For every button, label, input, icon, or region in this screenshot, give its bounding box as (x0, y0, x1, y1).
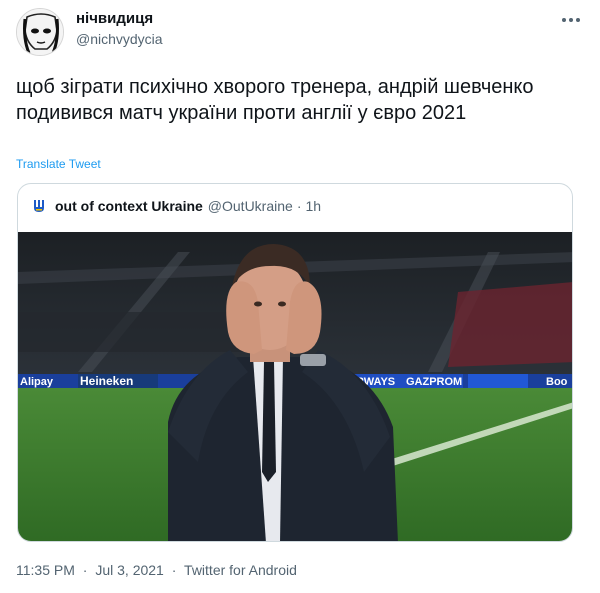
stadium-coach-photo: Alipay Heineken RWAYS GAZPROM Boo (18, 232, 572, 541)
more-options-button[interactable] (556, 8, 586, 32)
tweet-time[interactable]: 11:35 PM (16, 562, 75, 578)
tweet-meta: 11:35 PM · Jul 3, 2021 · Twitter for And… (16, 562, 301, 578)
ukraine-trident-avatar-icon (30, 197, 48, 215)
more-dot (569, 18, 573, 22)
author-handle[interactable]: @nichvydycia (76, 31, 163, 47)
separator-dot: · (82, 562, 88, 578)
board-text: GAZPROM (406, 376, 462, 388)
separator-dot: · (171, 562, 177, 578)
author-name[interactable]: нічвидиця (76, 10, 153, 27)
quoted-author-handle[interactable]: @OutUkraine (208, 198, 293, 214)
more-dot (576, 18, 580, 22)
tweet-date[interactable]: Jul 3, 2021 (95, 562, 164, 578)
quoted-tweet-time[interactable]: 1h (306, 198, 322, 214)
quoted-tweet-card[interactable]: out of context Ukraine @OutUkraine · 1h (17, 183, 573, 542)
tweet-text: щоб зіграти психічно хворого тренера, ан… (16, 76, 534, 124)
quoted-tweet-header: out of context Ukraine @OutUkraine · 1h (30, 196, 321, 216)
more-dot (562, 18, 566, 22)
board-text: Alipay (20, 376, 54, 388)
quoted-tweet-photo[interactable]: Alipay Heineken RWAYS GAZPROM Boo (18, 232, 572, 541)
quoted-author-name[interactable]: out of context Ukraine (55, 198, 203, 214)
board-text: Boo (546, 376, 568, 388)
sketch-face-avatar-icon (17, 9, 63, 55)
tweet-source[interactable]: Twitter for Android (184, 562, 297, 578)
board-text: Heineken (80, 374, 133, 388)
separator-dot: · (296, 198, 302, 214)
author-avatar[interactable] (16, 8, 64, 56)
translate-tweet-link[interactable]: Translate Tweet (16, 157, 101, 171)
